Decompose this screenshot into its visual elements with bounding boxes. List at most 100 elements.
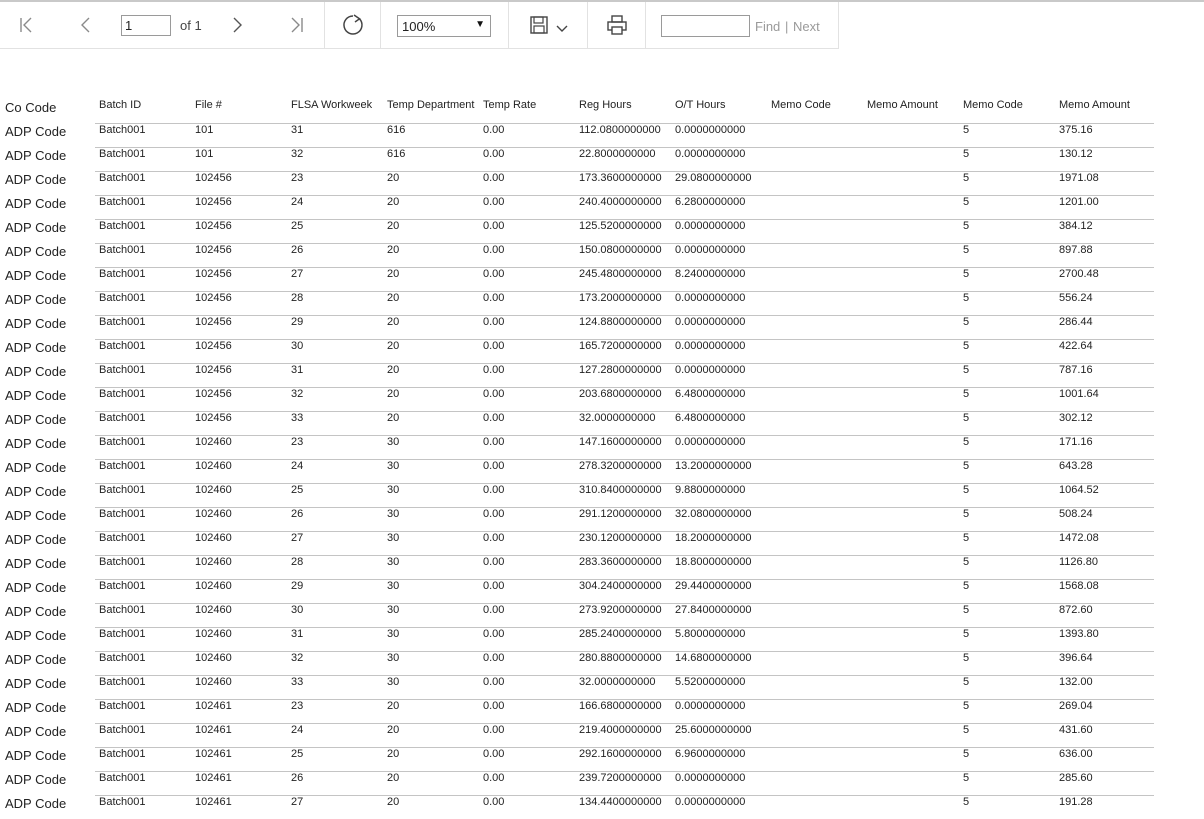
refresh-button[interactable] xyxy=(338,10,368,40)
cell-reg-hours: 147.1600000000 xyxy=(579,436,662,448)
cell-temp-rate: 0.00 xyxy=(483,148,505,160)
cell-memo-amount-2: 1568.08 xyxy=(1059,580,1099,592)
cell-file-number: 102461 xyxy=(195,748,232,760)
cell-flsa-workweek: 26 xyxy=(291,772,304,784)
cell-file-number: 102456 xyxy=(195,244,232,256)
print-button[interactable] xyxy=(602,10,632,40)
cell-batch-id: Batch001 xyxy=(99,292,146,304)
cell-co-code: ADP Code xyxy=(5,772,67,787)
cell-temp-rate: 0.00 xyxy=(483,340,505,352)
previous-page-button[interactable] xyxy=(71,10,101,40)
chevron-right-icon xyxy=(233,17,242,33)
cell-memo-code-2: 5 xyxy=(963,364,970,376)
find-input[interactable] xyxy=(661,15,750,37)
cell-reg-hours: 239.7200000000 xyxy=(579,772,662,784)
cell-ot-hours: 0.0000000000 xyxy=(675,772,746,784)
cell-file-number: 102460 xyxy=(195,676,232,688)
cell-temp-rate: 0.00 xyxy=(483,580,505,592)
cell-memo-code-2: 5 xyxy=(963,508,970,520)
cell-reg-hours: 173.3600000000 xyxy=(579,172,662,184)
cell-file-number: 102461 xyxy=(195,700,232,712)
cell-memo-code-2: 5 xyxy=(963,748,970,760)
cell-memo-amount-2: 191.28 xyxy=(1059,796,1093,808)
cell-ot-hours: 18.2000000000 xyxy=(675,532,752,544)
cell-flsa-workweek: 31 xyxy=(291,124,304,136)
page-number-input[interactable]: 1 xyxy=(121,15,171,36)
cell-ot-hours: 0.0000000000 xyxy=(675,292,746,304)
export-menu-button[interactable] xyxy=(549,10,575,40)
cell-memo-code-2: 5 xyxy=(963,196,970,208)
cell-memo-code-2: 5 xyxy=(963,796,970,808)
cell-temp-rate: 0.00 xyxy=(483,532,505,544)
cell-memo-code-2: 5 xyxy=(963,580,970,592)
cell-memo-code-2: 5 xyxy=(963,436,970,448)
cell-memo-amount-2: 1126.80 xyxy=(1059,556,1098,568)
cell-file-number: 102460 xyxy=(195,532,232,544)
table-row: ADP Code Batch001 102456 23 20 0.00 173.360000… xyxy=(0,171,1154,195)
table-row: ADP Code Batch001 102456 26 20 0.00 150.080000… xyxy=(0,243,1154,267)
cell-flsa-workweek: 25 xyxy=(291,748,304,760)
table-row: ADP Code Batch001 102460 32 30 0.00 280.880000… xyxy=(0,651,1154,675)
cell-temp-department: 20 xyxy=(387,772,400,784)
cell-ot-hours: 6.4800000000 xyxy=(675,412,746,424)
cell-memo-amount-2: 508.24 xyxy=(1059,508,1093,520)
cell-file-number: 102460 xyxy=(195,508,232,520)
cell-temp-rate: 0.00 xyxy=(483,484,505,496)
find-link[interactable]: Find xyxy=(755,19,780,34)
cell-temp-department: 30 xyxy=(387,556,400,568)
cell-memo-code-2: 5 xyxy=(963,700,970,712)
chevron-left-icon xyxy=(81,17,90,33)
cell-ot-hours: 29.4400000000 xyxy=(675,580,752,592)
cell-temp-rate: 0.00 xyxy=(483,244,505,256)
cell-co-code: ADP Code xyxy=(5,268,67,283)
zoom-select[interactable]: 100% ▼ xyxy=(397,15,491,37)
cell-memo-code-2: 5 xyxy=(963,316,970,328)
dropdown-arrow-icon: ▼ xyxy=(475,19,485,30)
cell-batch-id: Batch001 xyxy=(99,436,146,448)
cell-co-code: ADP Code xyxy=(5,508,67,523)
cell-batch-id: Batch001 xyxy=(99,724,146,736)
cell-file-number: 102456 xyxy=(195,268,232,280)
cell-batch-id: Batch001 xyxy=(99,196,146,208)
cell-memo-amount-2: 302.12 xyxy=(1059,412,1093,424)
table-row: ADP Code Batch001 102461 23 20 0.00 166.680000… xyxy=(0,699,1154,723)
cell-flsa-workweek: 25 xyxy=(291,220,304,232)
cell-temp-department: 20 xyxy=(387,316,400,328)
zoom-value: 100% xyxy=(402,19,436,34)
cell-temp-department: 20 xyxy=(387,412,400,424)
cell-batch-id: Batch001 xyxy=(99,244,146,256)
cell-memo-code-2: 5 xyxy=(963,556,970,568)
cell-memo-code-2: 5 xyxy=(963,460,970,472)
floppy-disk-icon xyxy=(530,16,548,34)
cell-temp-rate: 0.00 xyxy=(483,436,505,448)
cell-file-number: 102460 xyxy=(195,460,232,472)
cell-co-code: ADP Code xyxy=(5,604,67,619)
table-row: ADP Code Batch001 102460 25 30 0.00 310.840000… xyxy=(0,483,1154,507)
cell-ot-hours: 29.0800000000 xyxy=(675,172,752,184)
cell-co-code: ADP Code xyxy=(5,388,67,403)
cell-co-code: ADP Code xyxy=(5,748,67,763)
last-page-button[interactable] xyxy=(281,10,311,40)
cell-temp-rate: 0.00 xyxy=(483,628,505,640)
cell-co-code: ADP Code xyxy=(5,580,67,595)
cell-temp-department: 20 xyxy=(387,748,400,760)
cell-reg-hours: 124.8800000000 xyxy=(579,316,662,328)
cell-temp-rate: 0.00 xyxy=(483,412,505,424)
cell-temp-department: 20 xyxy=(387,292,400,304)
next-page-button[interactable] xyxy=(222,10,252,40)
cell-file-number: 102460 xyxy=(195,652,232,664)
table-row: ADP Code Batch001 102460 24 30 0.00 278.320000… xyxy=(0,459,1154,483)
cell-temp-rate: 0.00 xyxy=(483,604,505,616)
cell-batch-id: Batch001 xyxy=(99,388,146,400)
table-row: ADP Code Batch001 102460 23 30 0.00 147.160000… xyxy=(0,435,1154,459)
cell-memo-amount-2: 787.16 xyxy=(1059,364,1093,376)
first-page-icon xyxy=(20,17,32,33)
next-link[interactable]: Next xyxy=(793,19,820,34)
cell-memo-code-2: 5 xyxy=(963,412,970,424)
column-header-memo-code-2: Memo Code xyxy=(963,99,1023,111)
first-page-button[interactable] xyxy=(12,10,42,40)
cell-co-code: ADP Code xyxy=(5,676,67,691)
cell-ot-hours: 0.0000000000 xyxy=(675,316,746,328)
report-toolbar: 1 of 1 100% ▼ Find | Next xyxy=(0,2,839,49)
table-row: ADP Code Batch001 101 31 616 0.00 112.08000000… xyxy=(0,123,1154,147)
